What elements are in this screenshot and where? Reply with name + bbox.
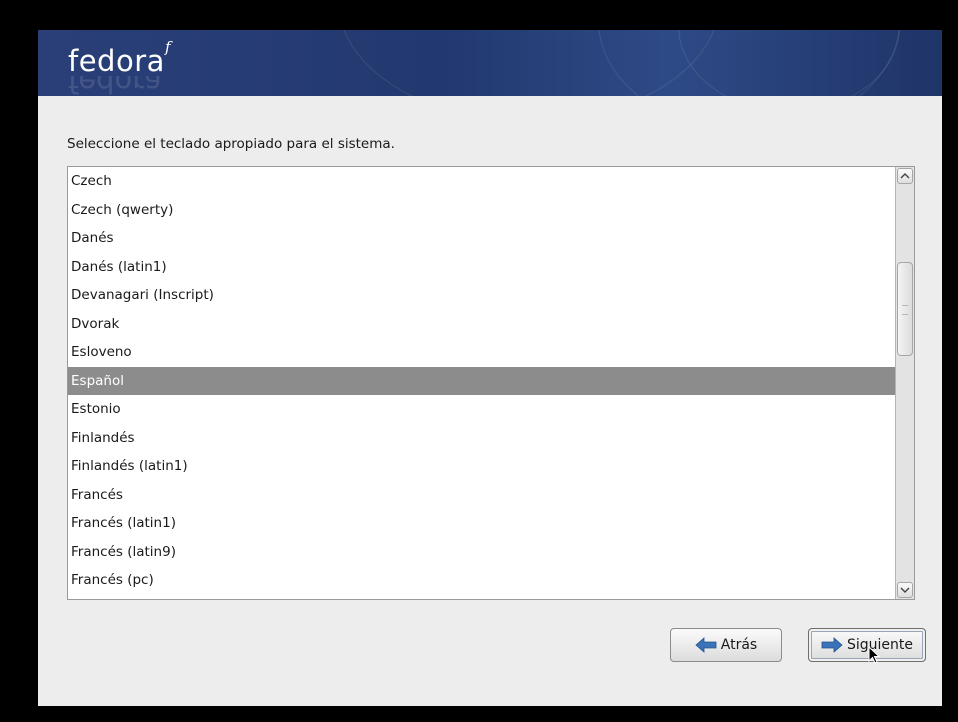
list-item[interactable]: Finlandés (latin1) bbox=[68, 452, 895, 481]
list-item[interactable]: Devanagari (Inscript) bbox=[68, 281, 895, 310]
list-item[interactable]: Danés bbox=[68, 224, 895, 253]
back-button[interactable]: Atrás bbox=[670, 628, 782, 662]
list-item[interactable]: Francés (latin1) bbox=[68, 509, 895, 538]
scroll-up-button[interactable] bbox=[897, 168, 913, 184]
list-item[interactable]: Esloveno bbox=[68, 338, 895, 367]
keyboard-prompt: Seleccione el teclado apropiado para el … bbox=[67, 136, 395, 152]
chevron-up-icon bbox=[900, 173, 910, 179]
list-item[interactable]: Finlandés bbox=[68, 424, 895, 453]
list-item[interactable]: Francés (latin9) bbox=[68, 538, 895, 567]
fedora-infinity-icon: f bbox=[165, 38, 171, 56]
scroll-down-button[interactable] bbox=[897, 582, 913, 598]
list-item[interactable]: Dvorak bbox=[68, 310, 895, 339]
list-scrollbar[interactable] bbox=[895, 167, 914, 599]
chevron-down-icon bbox=[900, 587, 910, 593]
fedora-logo-reflection: fedora bbox=[68, 76, 162, 96]
thumb-grip bbox=[902, 305, 908, 315]
mouse-pointer-icon bbox=[868, 646, 880, 664]
list-item[interactable]: Czech bbox=[68, 167, 895, 196]
installer-window: fedora f fedora Seleccione el teclado ap… bbox=[38, 30, 942, 706]
header-banner: fedora f fedora bbox=[38, 30, 942, 96]
list-item[interactable]: Danés (latin1) bbox=[68, 253, 895, 282]
list-item-selected[interactable]: Español bbox=[68, 366, 895, 395]
list-item[interactable]: Francés bbox=[68, 481, 895, 510]
arrow-left-icon bbox=[695, 637, 717, 653]
next-button[interactable]: Siguiente bbox=[808, 628, 926, 662]
keyboard-list-box: Czech Czech (qwerty) Danés Danés (latin1… bbox=[67, 166, 915, 600]
list-item[interactable]: Francés (pc) bbox=[68, 566, 895, 595]
scrollbar-thumb[interactable] bbox=[897, 262, 913, 356]
keyboard-list[interactable]: Czech Czech (qwerty) Danés Danés (latin1… bbox=[68, 167, 895, 599]
list-item[interactable]: Estonio bbox=[68, 395, 895, 424]
back-button-label: Atrás bbox=[720, 637, 758, 653]
fedora-logo: fedora bbox=[68, 44, 165, 78]
list-item[interactable]: Czech (qwerty) bbox=[68, 196, 895, 225]
arrow-right-icon bbox=[821, 637, 843, 653]
